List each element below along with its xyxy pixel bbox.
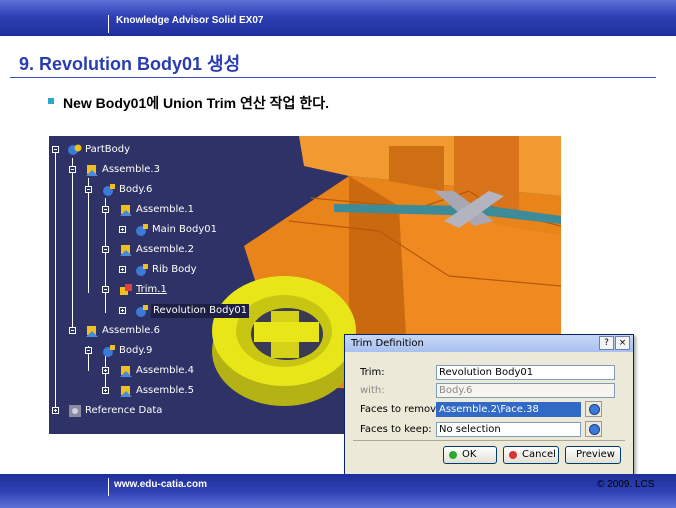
faces-to-keep-label: Faces to keep: — [360, 424, 432, 435]
ok-button-label: OK — [462, 449, 477, 460]
tree-node-label: Assemble.2 — [136, 244, 194, 255]
assemble-icon — [86, 165, 98, 176]
faces-to-keep-picker-icon[interactable] — [585, 421, 602, 437]
with-label: with: — [360, 385, 385, 396]
title-underline — [10, 77, 656, 78]
cancel-button[interactable]: Cancel — [503, 446, 559, 464]
faces-to-remove-picker-icon[interactable] — [585, 401, 602, 417]
faces-to-remove-label: Faces to remove: — [360, 404, 446, 415]
trim-label: Trim: — [360, 367, 385, 378]
preview-button[interactable]: Preview — [565, 446, 621, 464]
ring-spoke — [254, 322, 319, 342]
faces-to-remove-field[interactable]: Assemble.2\Face.38 — [436, 402, 581, 417]
tree-node-label: Assemble.3 — [102, 164, 160, 175]
dialog-title: Trim Definition — [351, 338, 424, 349]
assemble-icon — [120, 245, 132, 256]
collapse-toggle[interactable] — [102, 286, 109, 293]
expand-toggle[interactable] — [119, 307, 126, 314]
expand-toggle[interactable] — [119, 266, 126, 273]
dialog-titlebar[interactable]: Trim Definition ? × — [345, 335, 633, 352]
header-divider — [108, 15, 109, 33]
bullet-text: New Body01에 Union Trim 연산 작업 한다. — [63, 95, 329, 111]
assemble-icon — [86, 326, 98, 337]
bullet-square-icon — [48, 98, 54, 104]
tree-node-label: Assemble.5 — [136, 385, 194, 396]
header-band: Knowledge Advisor Solid EX07 — [0, 0, 676, 36]
collapse-toggle[interactable] — [102, 206, 109, 213]
cancel-button-label: Cancel — [522, 449, 556, 460]
footer-band: www.edu-catia.com — [0, 474, 676, 508]
tree-node-label: Assemble.1 — [136, 204, 194, 215]
collapse-toggle[interactable] — [85, 347, 92, 354]
trim-definition-dialog: Trim Definition ? × Trim: Revolution Bod… — [344, 334, 634, 476]
assemble-icon — [120, 205, 132, 216]
faces-to-keep-field[interactable]: No selection — [436, 422, 581, 437]
collapse-toggle[interactable] — [102, 246, 109, 253]
tree-node-label: Assemble.4 — [136, 365, 194, 376]
assemble-icon — [120, 386, 132, 397]
trim-icon — [120, 284, 132, 295]
ok-button[interactable]: OK — [443, 446, 497, 464]
body-icon — [136, 264, 148, 276]
dialog-separator — [353, 440, 625, 441]
copyright-text: © 2009. LCS — [597, 479, 655, 490]
expand-toggle[interactable] — [102, 367, 109, 374]
tree-node-label: Revolution Body01 — [151, 304, 250, 318]
slide-title: 9. Revolution Body01 생성 — [19, 54, 241, 74]
assemble-icon — [120, 366, 132, 377]
close-button[interactable]: × — [615, 336, 630, 350]
preview-button-label: Preview — [576, 449, 615, 460]
tree-connector — [72, 158, 73, 333]
header-title: Knowledge Advisor Solid EX07 — [116, 15, 264, 26]
footer-url: www.edu-catia.com — [114, 479, 207, 490]
ok-icon — [449, 451, 457, 459]
footer-divider — [108, 478, 109, 496]
collapse-toggle[interactable] — [69, 166, 76, 173]
body-icon — [103, 184, 115, 196]
collapse-toggle[interactable] — [85, 186, 92, 193]
tree-node-label: Main Body01 — [152, 224, 218, 235]
body-icon — [136, 305, 148, 317]
tree-connector — [105, 198, 106, 313]
expand-toggle[interactable] — [102, 387, 109, 394]
tree-node-label: Body.6 — [119, 184, 153, 195]
partbody-icon — [68, 144, 82, 155]
tree-node-label: Trim.1 — [136, 284, 167, 295]
help-button[interactable]: ? — [599, 336, 614, 350]
collapse-toggle[interactable] — [52, 146, 59, 153]
with-field: Body.6 — [436, 383, 615, 398]
tree-node-label: Reference Data — [85, 405, 163, 416]
collapse-toggle[interactable] — [69, 327, 76, 334]
expand-toggle[interactable] — [52, 407, 59, 414]
expand-toggle[interactable] — [119, 226, 126, 233]
reference-data-icon — [69, 405, 81, 417]
tree-node-label: PartBody — [85, 144, 130, 155]
tree-node-label: Body.9 — [119, 345, 153, 356]
tree-connector — [88, 178, 89, 293]
tree-node-label: Assemble.6 — [102, 325, 160, 336]
body-icon — [103, 345, 115, 357]
body-icon — [136, 224, 148, 236]
tree-node-label: Rib Body — [152, 264, 197, 275]
cancel-icon — [509, 451, 517, 459]
tree-connector — [55, 146, 56, 412]
trim-field[interactable]: Revolution Body01 — [436, 365, 615, 380]
